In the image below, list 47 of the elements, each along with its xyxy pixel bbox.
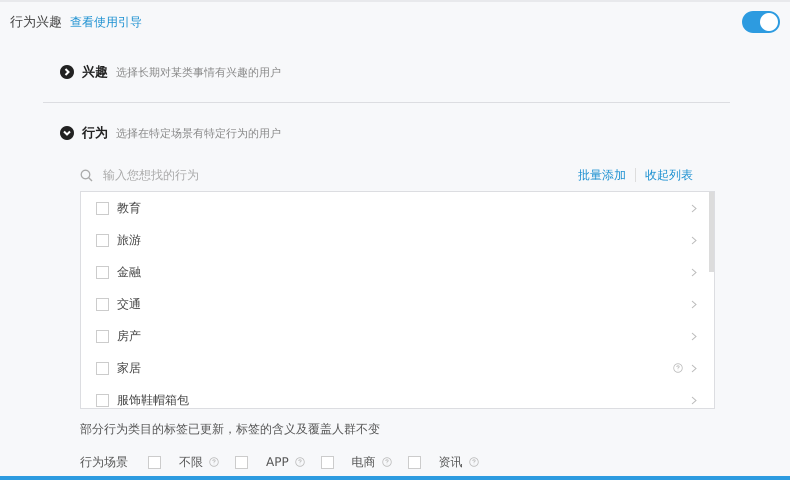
search-icon [80, 168, 93, 182]
checkbox[interactable] [96, 202, 109, 214]
checkbox[interactable] [408, 456, 421, 468]
chevron-right-icon [691, 300, 697, 308]
category-item[interactable]: 金融 [81, 256, 709, 288]
scrollbar[interactable] [709, 192, 714, 272]
checkbox[interactable] [148, 456, 161, 468]
collapse-icon[interactable] [60, 126, 74, 140]
category-item[interactable]: 服饰鞋帽箱包 [81, 384, 709, 408]
chevron-right-icon [691, 364, 697, 372]
section-description: 选择长期对某类事情有兴趣的用户 [116, 64, 281, 80]
checkbox[interactable] [96, 298, 109, 310]
category-item[interactable]: 家居 [81, 352, 709, 384]
scene-option[interactable]: 电商 [352, 454, 376, 470]
checkbox[interactable] [320, 456, 334, 468]
category-item[interactable]: 房产 [81, 320, 709, 352]
checkbox[interactable] [96, 330, 109, 342]
chevron-right-icon [691, 236, 697, 244]
category-item[interactable]: 交通 [81, 288, 709, 320]
chevron-right-icon [691, 396, 697, 404]
category-item[interactable]: 教育 [81, 192, 709, 224]
section-heading[interactable]: 兴趣 [82, 63, 108, 81]
help-icon [382, 457, 392, 467]
section-title: 行为兴趣 [10, 14, 62, 31]
checkbox[interactable] [96, 394, 109, 406]
section-description: 选择在特定场景有特定行为的用户 [116, 126, 281, 140]
help-icon [468, 457, 479, 467]
checkbox[interactable] [235, 456, 248, 468]
checkbox[interactable] [96, 234, 109, 246]
expand-icon[interactable] [60, 65, 74, 79]
help-icon [294, 457, 305, 467]
scene-option[interactable]: 资讯 [438, 454, 463, 470]
chevron-right-icon [691, 268, 697, 276]
update-note: 部分行为类目的标签已更新，标签的含义及覆盖人群不变 [80, 421, 381, 438]
search-input[interactable]: 输入您想找的行为 [101, 167, 305, 183]
scene-option[interactable]: 不限 [179, 454, 203, 470]
scene-label: 行为场景 [80, 454, 128, 470]
scene-option[interactable]: APP [266, 455, 289, 469]
checkbox[interactable] [96, 362, 109, 374]
help-icon [209, 457, 219, 467]
chevron-right-icon [691, 332, 697, 340]
search-field[interactable]: 输入您想找的行为 [80, 167, 578, 183]
chevron-right-icon [691, 204, 697, 212]
checkbox[interactable] [96, 266, 109, 278]
category-item[interactable]: 旅游 [81, 224, 709, 256]
toggle-switch[interactable] [742, 11, 780, 33]
section-heading[interactable]: 行为 [82, 124, 108, 142]
